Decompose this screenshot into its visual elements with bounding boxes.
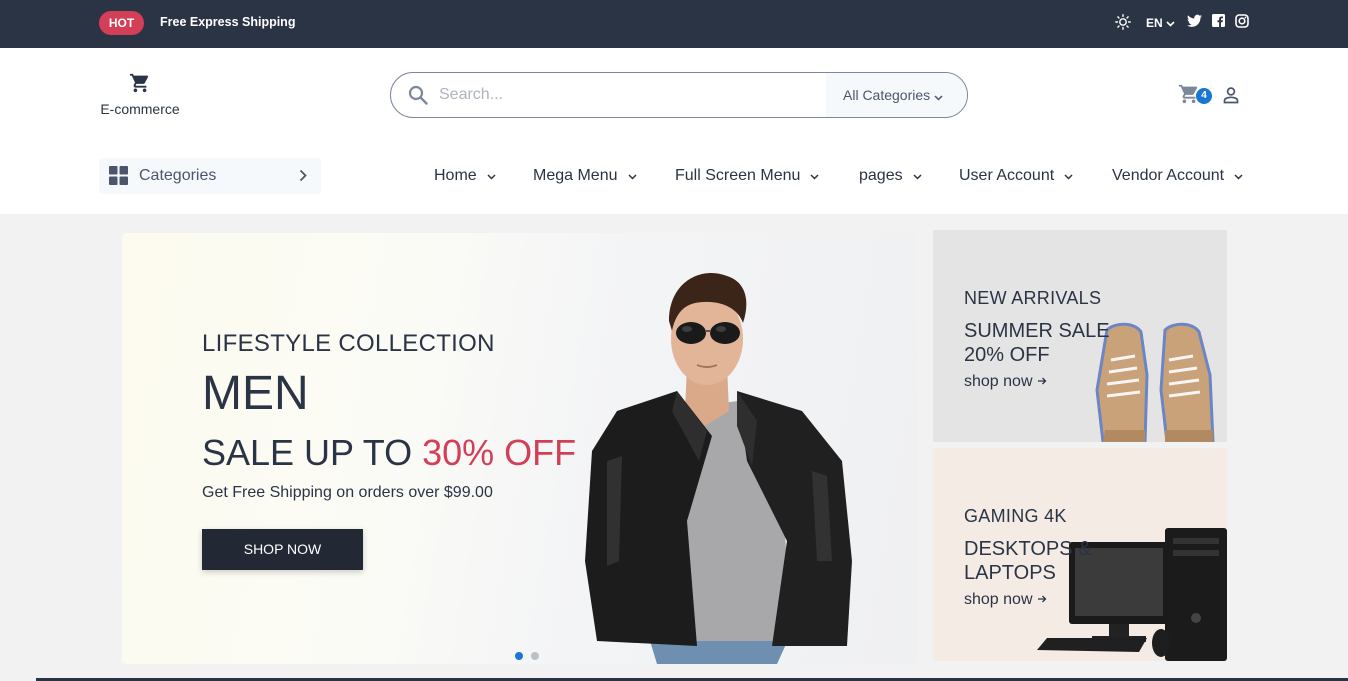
nav-item-pages[interactable]: pages [859, 167, 922, 185]
account-button[interactable] [1221, 85, 1241, 105]
promo-card-gaming[interactable]: GAMING 4K DESKTOPS & LAPTOPS shop now [933, 448, 1227, 661]
chevron-down-icon [487, 167, 496, 185]
hero-title: MEN [202, 367, 309, 420]
chevron-down-icon [913, 167, 922, 185]
promo-tag: NEW ARRIVALS [964, 288, 1102, 308]
chevron-down-icon [810, 167, 819, 185]
nav-item-mega-menu[interactable]: Mega Menu [533, 167, 637, 185]
site-header: E-commerce All Categories 4 Categories H… [0, 48, 1348, 214]
cart-count-badge: 4 [1196, 88, 1212, 104]
chevron-down-icon [934, 74, 943, 117]
language-selector[interactable]: EN [1146, 16, 1175, 36]
shop-now-label: shop now [964, 591, 1033, 608]
categories-button[interactable]: Categories [99, 158, 321, 194]
nav-label: pages [859, 167, 903, 185]
hot-badge: HOT [99, 11, 144, 35]
chevron-right-icon [299, 169, 307, 187]
carousel-dots [515, 647, 547, 664]
search-input[interactable] [439, 73, 819, 117]
cart-button[interactable]: 4 [1178, 83, 1212, 109]
promo-title: SUMMER SALE 20% OFF [964, 320, 1110, 366]
twitter-icon[interactable] [1187, 14, 1202, 34]
chevron-down-icon [627, 167, 637, 185]
user-icon [1221, 87, 1241, 109]
nav-item-vendor-account[interactable]: Vendor Account [1112, 167, 1243, 185]
top-bar: HOT Free Express Shipping EN [0, 0, 1348, 48]
chevron-down-icon [1166, 16, 1175, 30]
shop-now-link[interactable]: shop now [964, 373, 1047, 391]
chevron-down-icon [1234, 167, 1243, 185]
hero-sale-text: SALE UP TO 30% OFF [202, 432, 576, 474]
facebook-icon[interactable] [1212, 14, 1227, 34]
nav-label: User Account [959, 167, 1055, 185]
theme-toggle-icon[interactable] [1115, 14, 1131, 34]
search-bar: All Categories [390, 72, 968, 118]
promo-tag: GAMING 4K [964, 506, 1067, 526]
carousel-dot[interactable] [531, 652, 539, 660]
nav-label: Home [434, 167, 477, 185]
language-label: EN [1146, 16, 1163, 30]
carousel-dot-active[interactable] [515, 652, 523, 660]
nav-label: Mega Menu [533, 167, 618, 185]
hero-model-image [577, 261, 877, 664]
hero-subtitle: LIFESTYLE COLLECTION [202, 330, 495, 357]
categories-label: Categories [139, 167, 217, 184]
hero-sale-prefix: SALE UP TO [202, 432, 423, 473]
shop-now-label: shop now [964, 373, 1033, 390]
grid-icon [109, 166, 128, 190]
nav-item-full-screen-menu[interactable]: Full Screen Menu [675, 167, 819, 185]
nav-item-home[interactable]: Home [434, 167, 496, 185]
logo[interactable]: E-commerce [99, 72, 181, 117]
hero-carousel: LIFESTYLE COLLECTION MEN SALE UP TO 30% … [122, 233, 917, 664]
promo-title: DESKTOPS & LAPTOPS [964, 538, 1092, 584]
nav-item-user-account[interactable]: User Account [959, 167, 1073, 185]
nav-label: Full Screen Menu [675, 167, 801, 185]
hero-description: Get Free Shipping on orders over $99.00 [202, 484, 493, 501]
nav-label: Vendor Account [1112, 167, 1225, 185]
instagram-icon[interactable] [1235, 14, 1250, 34]
shipping-notice: Free Express Shipping [160, 15, 296, 29]
cart-logo-icon [129, 73, 151, 98]
arrow-right-icon [1037, 591, 1047, 608]
search-icon [408, 85, 428, 110]
arrow-right-icon [1037, 373, 1047, 390]
chevron-down-icon [1064, 167, 1073, 185]
hero-sale-highlight: 30% OFF [422, 432, 577, 473]
category-dropdown[interactable]: All Categories [826, 73, 967, 117]
shop-now-button[interactable]: SHOP NOW [202, 529, 363, 570]
shop-now-link[interactable]: shop now [964, 591, 1047, 609]
category-dropdown-label: All Categories [843, 87, 931, 103]
promo-card-new-arrivals[interactable]: NEW ARRIVALS SUMMER SALE 20% OFF shop no… [933, 230, 1227, 442]
logo-text: E-commerce [100, 101, 180, 117]
